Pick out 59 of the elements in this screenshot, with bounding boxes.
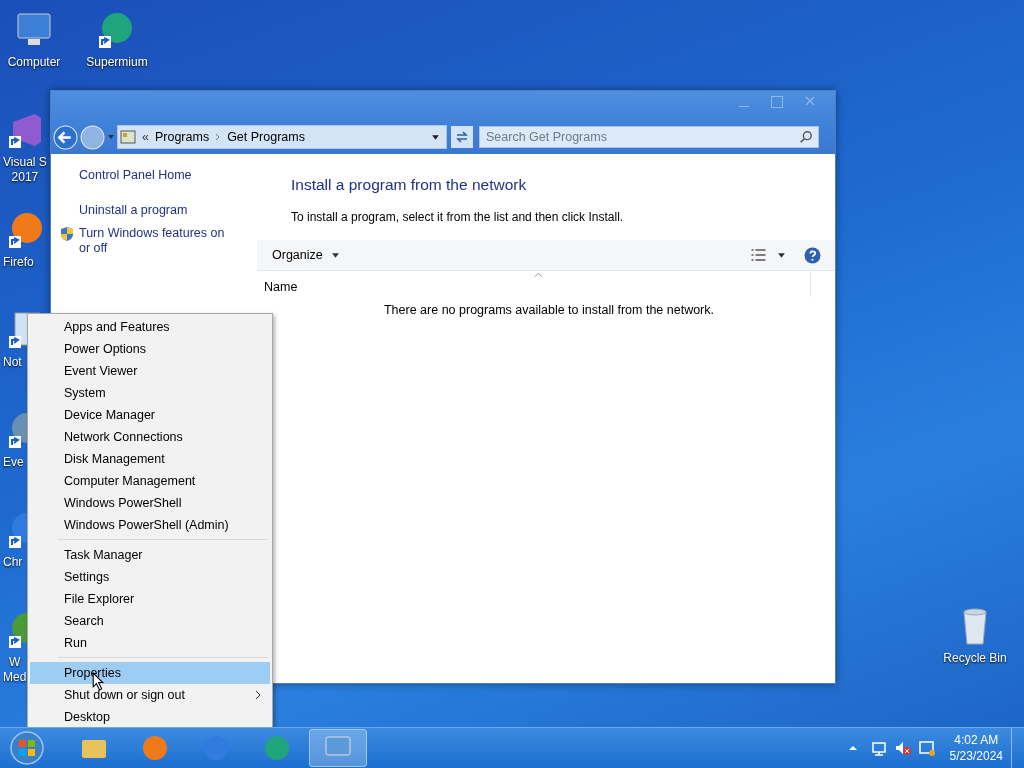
page-heading: Install a program from the network bbox=[291, 176, 528, 194]
menu-item[interactable]: Apps and Features bbox=[30, 316, 270, 338]
desktop-icon-label[interactable]: Firefo bbox=[3, 255, 34, 270]
menu-item[interactable]: System bbox=[30, 382, 270, 404]
sidebar-link[interactable]: Turn Windows features on or off bbox=[79, 226, 239, 256]
menu-item[interactable]: File Explorer bbox=[30, 588, 270, 610]
menu-item[interactable]: Device Manager bbox=[30, 404, 270, 426]
menu-item[interactable]: Properties bbox=[30, 662, 270, 684]
menu-item[interactable]: Network Connections bbox=[30, 426, 270, 448]
organize-button[interactable]: Organize bbox=[264, 244, 348, 266]
tray-expand-icon[interactable] bbox=[847, 744, 858, 752]
sidebar-link[interactable]: Uninstall a program bbox=[79, 203, 239, 218]
app-icon bbox=[262, 733, 292, 763]
forward-circle-icon[interactable] bbox=[80, 124, 105, 150]
app-icon bbox=[140, 733, 170, 763]
desktop-icon-label[interactable]: Eve bbox=[3, 455, 24, 470]
search-field[interactable]: Search Get Programs bbox=[479, 126, 819, 148]
action-center-icon[interactable] bbox=[917, 739, 936, 757]
sort-caret-icon bbox=[534, 272, 543, 278]
empty-message: There are no programs available to install from the network. bbox=[383, 303, 715, 317]
caret-icon bbox=[330, 250, 340, 260]
dropdown-caret-icon[interactable] bbox=[777, 250, 786, 260]
dropdown-caret-icon[interactable] bbox=[431, 132, 440, 142]
menu-item[interactable]: Power Options bbox=[30, 338, 270, 360]
view-list-icon[interactable] bbox=[750, 248, 767, 262]
column-header[interactable]: Name bbox=[264, 280, 298, 297]
breadcrumb-item[interactable]: Get Programs bbox=[227, 130, 305, 144]
clock[interactable]: 4:02 AM 5/23/2024 bbox=[949, 732, 1003, 764]
menu-item[interactable]: Windows PowerShell bbox=[30, 492, 270, 514]
help-icon[interactable] bbox=[804, 246, 821, 264]
menu-item[interactable]: Disk Management bbox=[30, 448, 270, 470]
desktop-icon-label[interactable]: Recycle Bin bbox=[943, 651, 1007, 666]
menu-item[interactable]: Event Viewer bbox=[30, 360, 270, 382]
desktop-icon-label[interactable]: Not bbox=[3, 355, 22, 370]
breadcrumb-overflow[interactable]: « bbox=[142, 130, 149, 144]
search-icon[interactable] bbox=[799, 130, 813, 144]
menu-item[interactable]: Desktop bbox=[30, 706, 270, 728]
control-panel-icon bbox=[120, 129, 136, 145]
sidebar-link[interactable]: Control Panel Home bbox=[79, 168, 239, 183]
breadcrumb-item[interactable]: Programs bbox=[154, 130, 210, 144]
app-icon bbox=[201, 733, 231, 763]
menu-item[interactable]: Windows PowerShell (Admin) bbox=[30, 514, 270, 536]
menu-item[interactable]: Run bbox=[30, 632, 270, 654]
menu-item[interactable]: Computer Management bbox=[30, 470, 270, 492]
desktop-icon-label[interactable]: Supermium bbox=[86, 55, 148, 70]
desktop-icon-label[interactable]: Computer bbox=[7, 55, 61, 70]
desktop-icon-label[interactable]: Chr bbox=[3, 555, 23, 570]
desktop-icon-label[interactable]: Visual S 2017 bbox=[3, 155, 47, 185]
start-button[interactable] bbox=[9, 730, 45, 766]
desktop-icon-label[interactable]: W Med bbox=[3, 655, 27, 685]
address-bar[interactable]: « Programs Get Programs bbox=[117, 125, 447, 149]
description-text: To install a program, select it from the list and then click Install. bbox=[291, 210, 625, 224]
refresh-icon[interactable] bbox=[451, 126, 473, 148]
menu-item[interactable]: Task Manager bbox=[30, 544, 270, 566]
menu-item[interactable]: Shut down or sign out bbox=[30, 684, 270, 706]
menu-item[interactable]: Settings bbox=[30, 566, 270, 588]
menu-item[interactable]: Search bbox=[30, 610, 270, 632]
network-icon[interactable] bbox=[869, 739, 888, 757]
breadcrumb-separator-icon bbox=[215, 133, 222, 141]
